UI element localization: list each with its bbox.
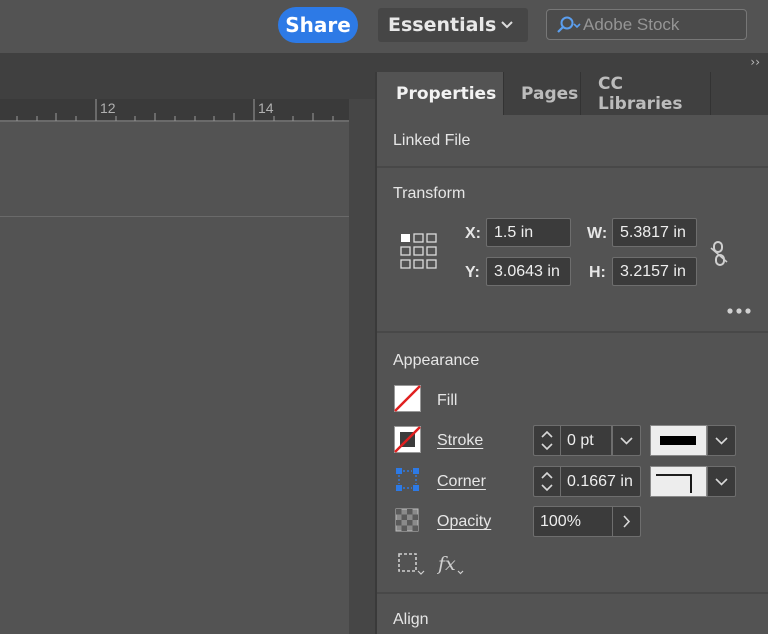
stroke-label[interactable]: Stroke — [437, 432, 483, 450]
effects-icon[interactable]: fx — [437, 551, 465, 577]
opacity-icon[interactable] — [394, 507, 421, 534]
tab-cc-libraries[interactable]: CC Libraries — [581, 72, 711, 115]
stroke-weight-field[interactable] — [560, 425, 612, 456]
width-field[interactable] — [612, 218, 697, 247]
horizontal-ruler[interactable]: 12 14 — [0, 99, 349, 122]
tab-properties[interactable]: Properties — [377, 72, 504, 115]
corner-size-field[interactable] — [560, 466, 641, 497]
ruler-label: 12 — [100, 100, 116, 116]
y-position-field[interactable] — [486, 257, 571, 286]
corner-label[interactable]: Corner — [437, 473, 486, 491]
opacity-label[interactable]: Opacity — [437, 513, 491, 531]
fill-label: Fill — [437, 392, 458, 409]
constrain-proportions-icon[interactable] — [708, 240, 730, 268]
y-label: Y: — [465, 264, 480, 281]
linked-file-heading[interactable]: Linked File — [393, 132, 470, 150]
reference-point-icon[interactable] — [400, 233, 442, 275]
chevron-down-icon — [500, 17, 514, 31]
more-options-icon[interactable] — [726, 305, 752, 317]
workspace-switcher[interactable]: Essentials — [378, 8, 528, 42]
section-divider — [377, 166, 768, 168]
document-tab-bar — [0, 53, 375, 99]
stroke-type-swatch[interactable] — [650, 425, 707, 456]
transform-heading: Transform — [393, 185, 466, 202]
collapse-panel-icon[interactable]: ›› — [750, 55, 760, 69]
frame-fitting-icon[interactable] — [397, 551, 425, 577]
fill-swatch-icon[interactable] — [394, 385, 421, 412]
ruler-label: 14 — [258, 100, 274, 116]
tab-pages[interactable]: Pages — [504, 72, 581, 115]
section-divider — [377, 592, 768, 594]
appearance-heading: Appearance — [393, 352, 480, 369]
page-edge-line — [0, 216, 349, 217]
pasteboard[interactable] — [0, 122, 349, 634]
corner-size-stepper[interactable] — [533, 466, 560, 497]
h-label: H: — [589, 264, 606, 281]
x-label: X: — [465, 225, 481, 242]
workspace-label: Essentials — [388, 14, 497, 36]
opacity-expand-button[interactable] — [612, 506, 641, 537]
section-divider — [377, 331, 768, 333]
ruler-ticks — [0, 99, 349, 122]
stroke-weight-dropdown[interactable] — [612, 425, 641, 456]
corner-shape-dropdown[interactable] — [707, 466, 736, 497]
svg-text:fx: fx — [437, 553, 456, 575]
align-heading: Align — [393, 611, 429, 628]
share-button[interactable]: Share — [278, 7, 358, 43]
corner-icon[interactable] — [394, 466, 421, 493]
search-icon — [553, 15, 583, 35]
stroke-type-dropdown[interactable] — [707, 425, 736, 456]
height-field[interactable] — [612, 257, 697, 286]
panel-tabs: Properties Pages CC Libraries — [377, 72, 768, 115]
adobe-stock-search[interactable] — [546, 9, 747, 40]
app-header: Share Essentials — [0, 0, 768, 50]
stroke-weight-stepper[interactable] — [533, 425, 560, 456]
vertical-scrollbar[interactable] — [349, 99, 375, 634]
search-input[interactable] — [583, 14, 733, 35]
corner-shape-swatch[interactable] — [650, 466, 707, 497]
x-position-field[interactable] — [486, 218, 571, 247]
panel-collapse-bar[interactable]: ›› — [375, 53, 768, 72]
w-label: W: — [587, 225, 608, 242]
opacity-field[interactable] — [533, 506, 613, 537]
stroke-swatch-icon[interactable] — [394, 426, 421, 453]
